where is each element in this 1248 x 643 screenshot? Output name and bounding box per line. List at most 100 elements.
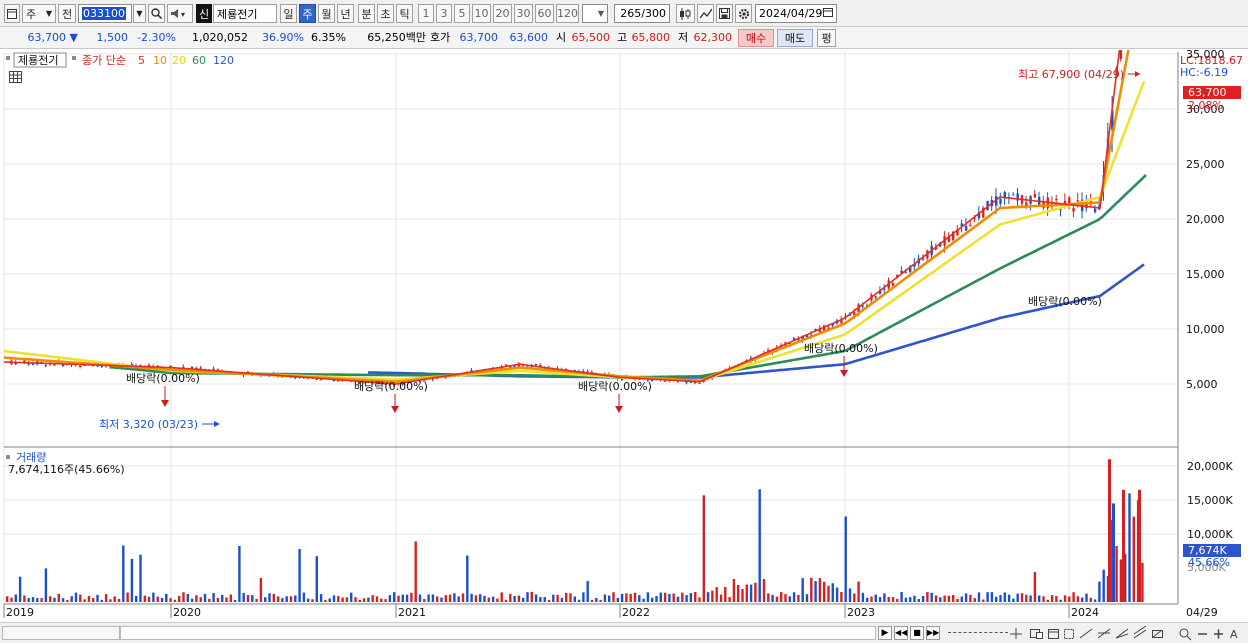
period-year-button[interactable]: 년 [337,4,354,23]
erase-tool-icon[interactable] [1151,629,1163,639]
candle-type-icon[interactable] [676,4,695,23]
badge-text: 신 [198,7,210,21]
code-dropdown-button[interactable]: ▼ [133,4,146,23]
market-type-select[interactable]: 주 ▼ [22,4,56,23]
volume-bar [904,597,908,602]
volume-bar [169,598,172,602]
line-tool-icon[interactable] [1079,628,1093,639]
period-month-button[interactable]: 월 [318,4,335,23]
quote-bar: 63,700 ▼ 1,500 -2.30% 1,020,052 36.90% 6… [0,27,1248,49]
volume-bar [117,598,121,602]
svg-text:A: A [1230,628,1238,641]
ma-20-label[interactable]: 20 [172,54,186,67]
ma-60-label[interactable]: 60 [192,54,206,67]
stock-name-field[interactable]: 제룡전기 [213,4,277,23]
fast-forward-icon[interactable]: ▶▶ [926,626,940,640]
period-second-button[interactable]: 초 [377,4,394,23]
volume-bar [160,597,164,602]
period-minute-button[interactable]: 분 [358,4,375,23]
trendline-icon[interactable] [697,4,714,23]
period-week-button[interactable]: 주 [299,4,316,23]
period-tick-button[interactable]: 틱 [396,4,413,23]
volume-bar [221,594,224,602]
svg-text:▾: ▾ [181,10,185,19]
volume-bar [393,592,396,602]
buy-button[interactable]: 매수 [738,29,774,47]
ma-type-label[interactable]: 종가 단순 [82,54,126,67]
zoom-box-icon[interactable] [1030,629,1043,639]
interval-20-button[interactable]: 20 [493,4,512,23]
period-day-button[interactable]: 일 [280,4,297,23]
volume-bar [560,597,564,602]
sell-label: 매도 [784,32,806,45]
x-axis-label: 2019 [6,606,34,619]
interval-120-button[interactable]: 120 [556,4,579,23]
volume-tick-label: 10,000K [1187,528,1233,541]
table-icon[interactable] [9,71,22,83]
interval-3-button[interactable]: 3 [436,4,452,23]
volume-bar [638,595,641,602]
pattern-icon[interactable] [1064,629,1074,639]
window-icon[interactable] [1048,629,1059,639]
dividend-label: 배당락(0.00%) [126,372,200,385]
date-input[interactable]: 2024/04/29 [755,4,837,23]
high-annotation: 최고 67,900 (04/29) [1018,68,1124,81]
scroll-track[interactable] [2,626,120,640]
candle-body [337,380,340,382]
ma-5-label[interactable]: 5 [138,54,145,67]
volume-bar [913,595,916,602]
ray-tool-icon[interactable] [1097,628,1111,639]
eval-button[interactable]: 평 [817,29,836,47]
ma-10-label[interactable]: 10 [153,54,167,67]
interval-custom-select[interactable]: ▼ [582,4,608,23]
prev-button[interactable]: 전 [58,4,76,23]
dividend-marker[interactable]: 배당락(0.00%) [1028,295,1102,308]
interval-label: 20 [495,7,510,20]
gear-icon[interactable] [735,4,752,23]
zoom-reset-icon[interactable] [1179,628,1192,641]
volume-bar [663,592,667,602]
bar-count-input[interactable]: 265 /300 [614,4,670,23]
scroll-thumb[interactable] [120,626,876,640]
window-menu-icon[interactable] [4,4,20,23]
chart-area[interactable]: 제룡전기 종가 단순 5 10 20 60 120 LC:1818.67 HC:… [0,0,1248,622]
sell-button[interactable]: 매도 [777,29,813,47]
interval-1-button[interactable]: 1 [418,4,434,23]
volume-bar [973,598,976,602]
volume-bar [173,599,177,602]
stock-code-input[interactable]: 033100 [78,4,132,23]
save-icon[interactable] [716,4,733,23]
price-volume-chart[interactable]: 제룡전기 종가 단순 5 10 20 60 120 LC:1818.67 HC:… [0,0,1248,622]
scroll-right-icon[interactable]: ▶ [878,626,892,640]
interval-60-button[interactable]: 60 [535,4,554,23]
crosshair-icon[interactable] [1010,628,1022,639]
volume-bar [1093,599,1097,602]
channel-tool-icon[interactable] [1133,626,1147,639]
volume-bar [238,545,241,602]
volume-bar [749,584,753,602]
price-tick-label: 25,000 [1186,158,1225,171]
dividend-label: 배당락(0.00%) [1028,295,1102,308]
volume-bar [1128,493,1131,602]
search-icon[interactable] [148,4,165,23]
volume-bar [1029,595,1032,602]
speaker-icon[interactable]: ▾ [167,4,193,23]
period-label: 주 [302,7,313,21]
volume-bar [350,592,353,602]
interval-30-button[interactable]: 30 [514,4,533,23]
calendar-icon[interactable] [823,7,833,20]
candle-body [44,365,48,367]
speed-slider[interactable] [948,632,1008,634]
rewind-icon[interactable]: ◀◀ [894,626,908,640]
text-tool-icon[interactable]: A [1230,628,1238,641]
volume-bar [457,596,460,602]
fan-tool-icon[interactable] [1115,628,1129,639]
volume-bar [762,578,766,602]
volume-bar [960,596,963,602]
ma-120-label[interactable]: 120 [213,54,234,67]
volume-bar [203,593,207,602]
interval-10-button[interactable]: 10 [472,4,491,23]
interval-5-button[interactable]: 5 [454,4,470,23]
zoom-in-icon[interactable] [1214,629,1223,639]
stop-icon[interactable]: ■ [910,626,924,640]
